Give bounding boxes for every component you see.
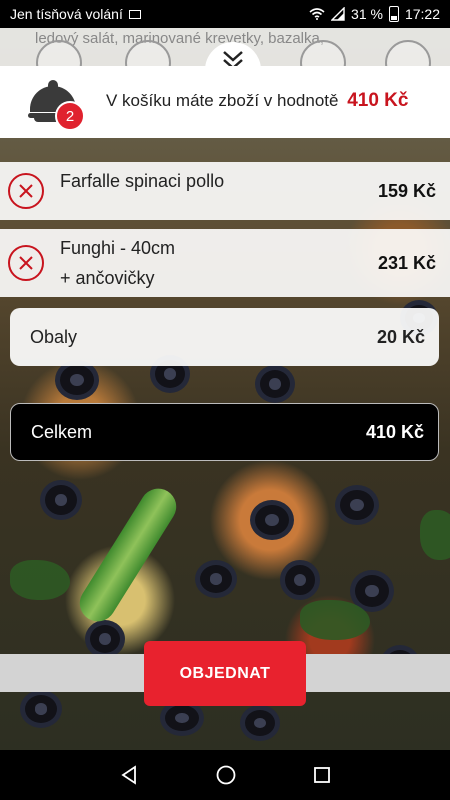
total-row: Celkem 410 Kč [10,403,439,461]
battery-icon [388,6,399,22]
item-name: Farfalle spinaci pollo [60,171,225,191]
signal-icon [331,7,345,21]
close-icon [19,184,33,198]
carrier-text: Jen tísňová volání [10,6,123,22]
cart-summary-text: V košíku máte zboží v hodnotě 410 Kč [106,90,408,112]
remove-item-button[interactable] [8,173,44,209]
total-price: 410 Kč [365,421,424,442]
cart-item: Farfalle spinaci pollo 159 Kč [0,162,450,220]
system-nav-bar [0,750,450,800]
close-icon [19,256,33,270]
total-label: Celkem [31,421,93,442]
cart-summary-total: 410 Kč [347,90,409,111]
mail-icon [128,9,141,19]
recents-icon[interactable] [312,765,332,785]
packaging-row: Obaly 20 Kč [10,308,439,366]
background-description: ledový salát, marinované krevetky, bazal… [35,30,325,47]
clock: 17:22 [404,6,440,22]
cart-item: Funghi - 40cm + ančovičky 231 Kč [0,229,450,297]
item-extra: + ančovičky [60,268,155,288]
order-button[interactable]: OBJEDNAT [144,641,306,706]
status-bar: Jen tísňová volání 31 % 17:22 [0,0,450,28]
wifi-icon [309,8,325,20]
battery-percent: 31 % [351,6,383,22]
home-icon[interactable] [215,764,237,786]
item-price: 231 Kč [377,253,436,273]
back-icon[interactable] [118,764,140,786]
cart-count-badge: 2 [55,101,85,131]
item-name: Funghi - 40cm [60,238,176,258]
item-price: 159 Kč [377,181,436,201]
cart-summary-label: V košíku máte zboží v hodnotě [106,91,339,110]
packaging-price: 20 Kč [376,326,425,347]
remove-item-button[interactable] [8,245,44,281]
packaging-label: Obaly [30,326,78,347]
